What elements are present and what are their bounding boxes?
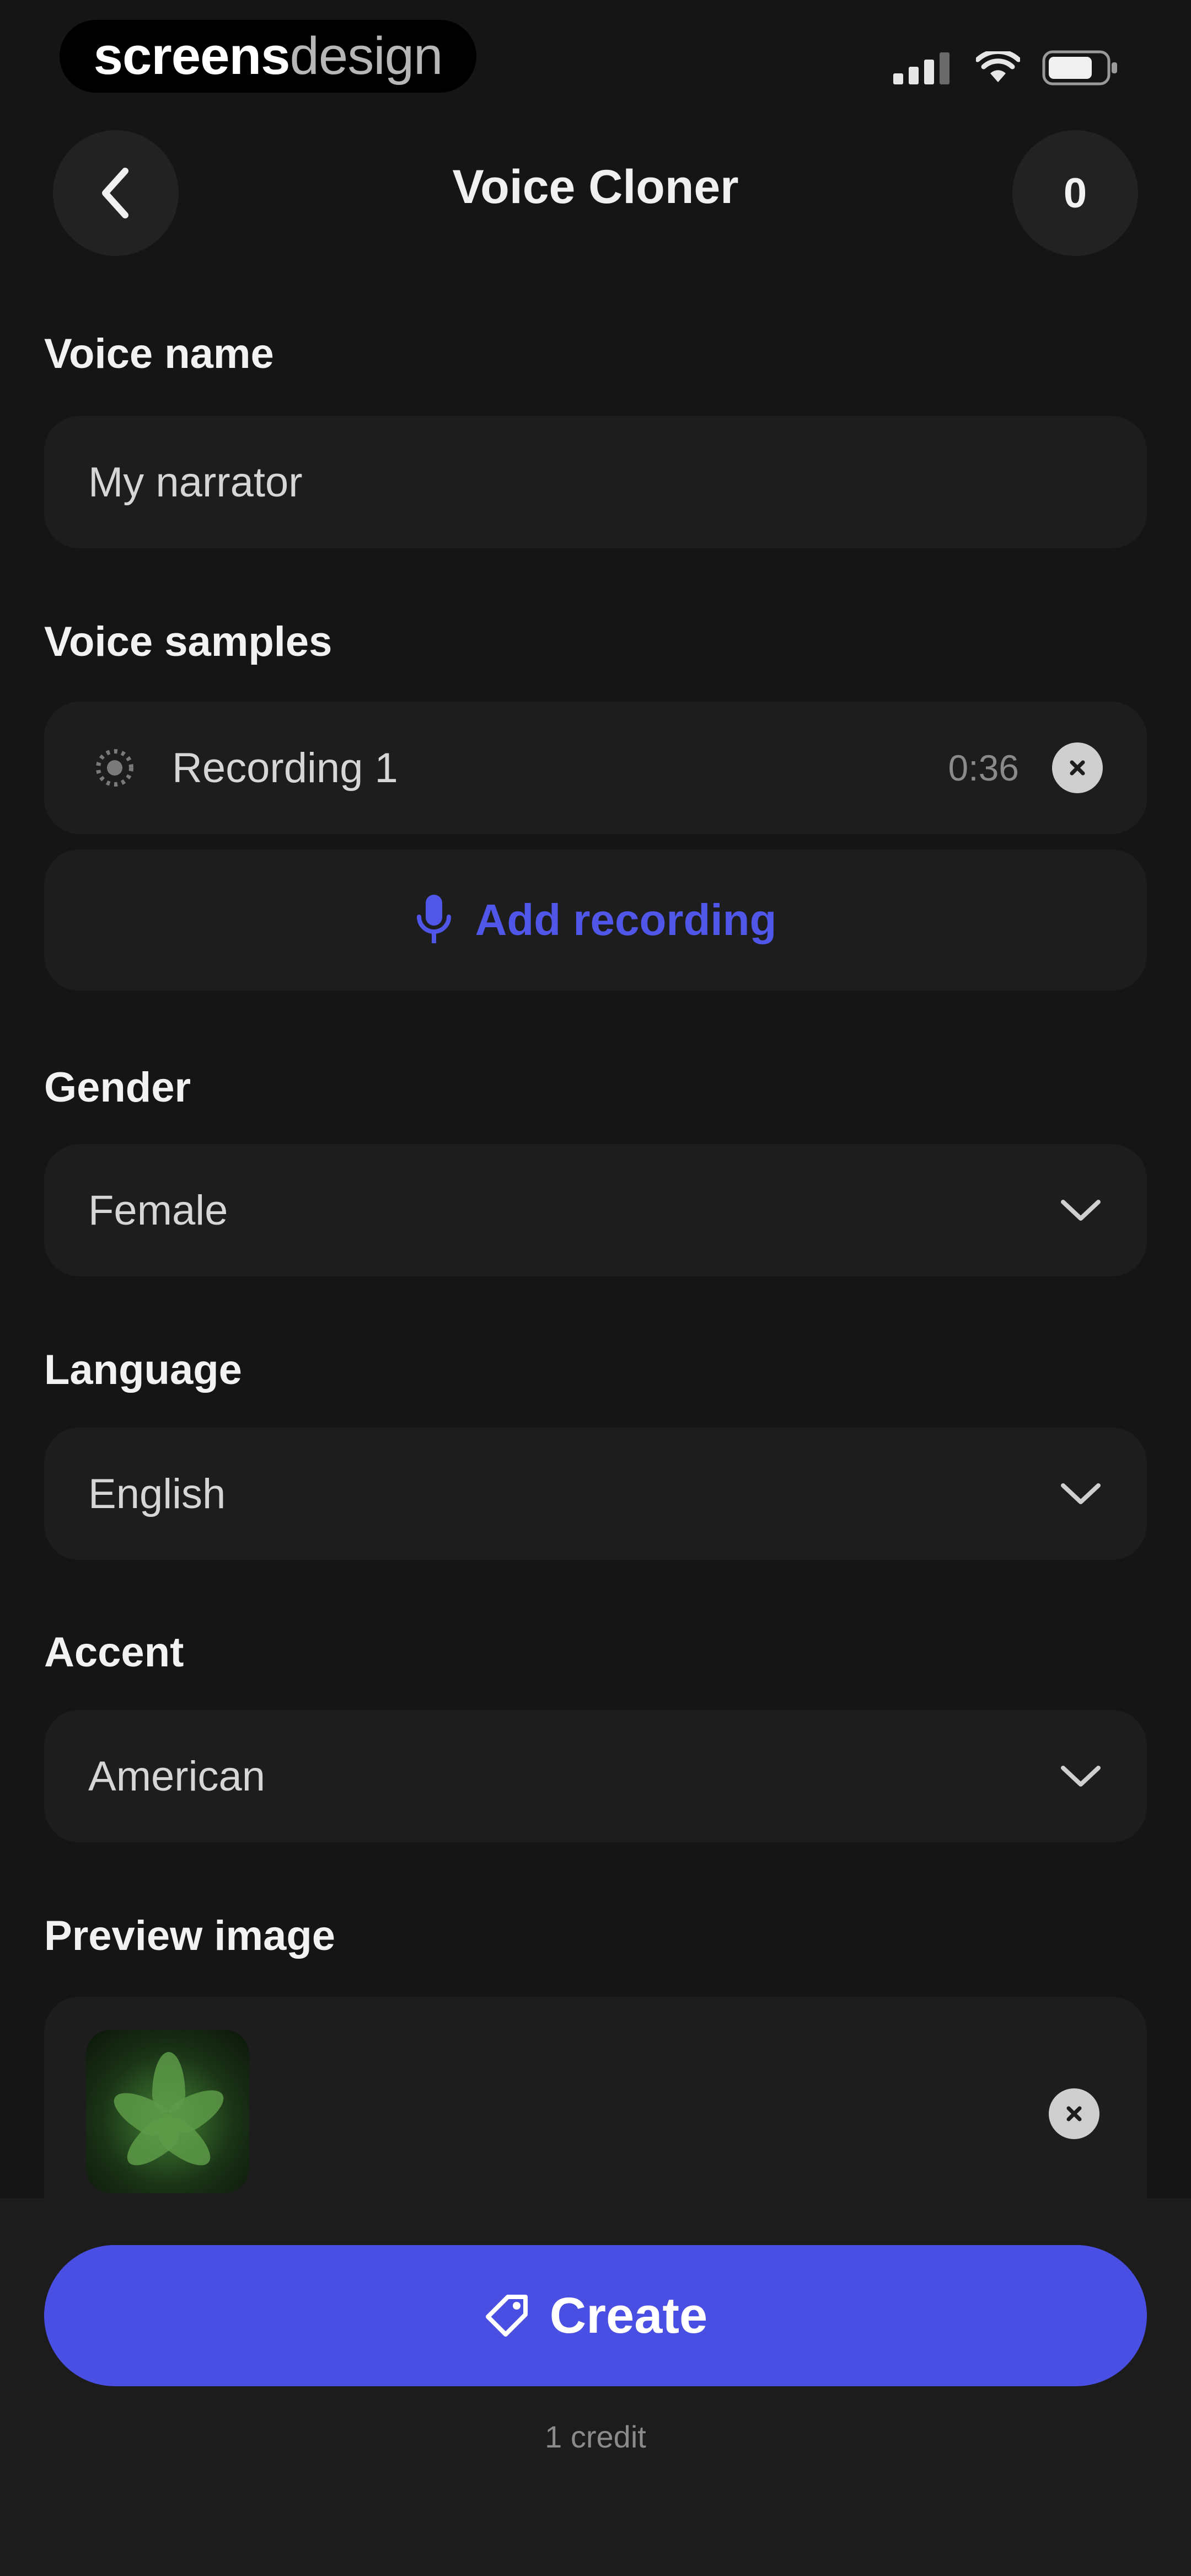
remove-recording-button[interactable]: [1052, 742, 1103, 793]
recording-duration: 0:36: [948, 747, 1019, 788]
close-icon: [1070, 760, 1085, 776]
microphone-icon: [416, 895, 451, 943]
gender-value: Female: [88, 1187, 228, 1234]
brand-logo: screens design: [60, 20, 476, 93]
voice-cloner-screen: screens design Voice Cloner 0 Voice name…: [0, 0, 1191, 2576]
language-select[interactable]: English: [44, 1428, 1147, 1560]
brand-text-part1: screens: [93, 26, 291, 85]
add-recording-label: Add recording: [475, 895, 777, 944]
gender-label: Gender: [44, 1064, 191, 1111]
preview-image-thumbnail: [86, 2030, 249, 2193]
preview-image-card[interactable]: [44, 1997, 1147, 2228]
gender-select[interactable]: Female: [44, 1144, 1147, 1276]
language-label: Language: [44, 1346, 242, 1393]
language-value: English: [88, 1470, 226, 1517]
wifi-icon: [976, 51, 1020, 82]
recording-item[interactable]: Recording 1 0:36: [44, 702, 1147, 834]
bottom-action-bar: Create 1 credit: [0, 2198, 1191, 2576]
create-button[interactable]: Create: [44, 2245, 1147, 2386]
close-icon: [1066, 2106, 1082, 2121]
brand-text-part2: design: [289, 26, 443, 85]
voice-samples-label: Voice samples: [44, 618, 332, 665]
chevron-down-icon: [1061, 1200, 1101, 1221]
accent-value: American: [88, 1752, 265, 1800]
voice-name-input[interactable]: My narrator: [44, 416, 1147, 548]
waveform-icon: [96, 749, 133, 787]
status-bar: screens design: [0, 0, 1191, 116]
accent-label: Accent: [44, 1629, 184, 1676]
signal-icon: [893, 52, 949, 84]
create-label: Create: [549, 2287, 708, 2344]
system-icons: [893, 49, 1119, 87]
credit-cost-text: 1 credit: [545, 2419, 646, 2454]
battery-icon: [1042, 50, 1117, 85]
preview-image-label: Preview image: [44, 1912, 336, 1959]
credits-count-button[interactable]: 0: [1012, 130, 1138, 256]
recording-name: Recording 1: [172, 744, 398, 792]
voice-name-label: Voice name: [44, 330, 274, 377]
remove-image-button[interactable]: [1049, 2088, 1099, 2139]
chevron-down-icon: [1061, 1766, 1101, 1787]
chevron-down-icon: [1061, 1483, 1101, 1504]
add-recording-button[interactable]: Add recording: [44, 849, 1147, 991]
accent-select[interactable]: American: [44, 1710, 1147, 1842]
tag-icon: [485, 2295, 528, 2337]
voice-name-value: My narrator: [88, 458, 303, 506]
